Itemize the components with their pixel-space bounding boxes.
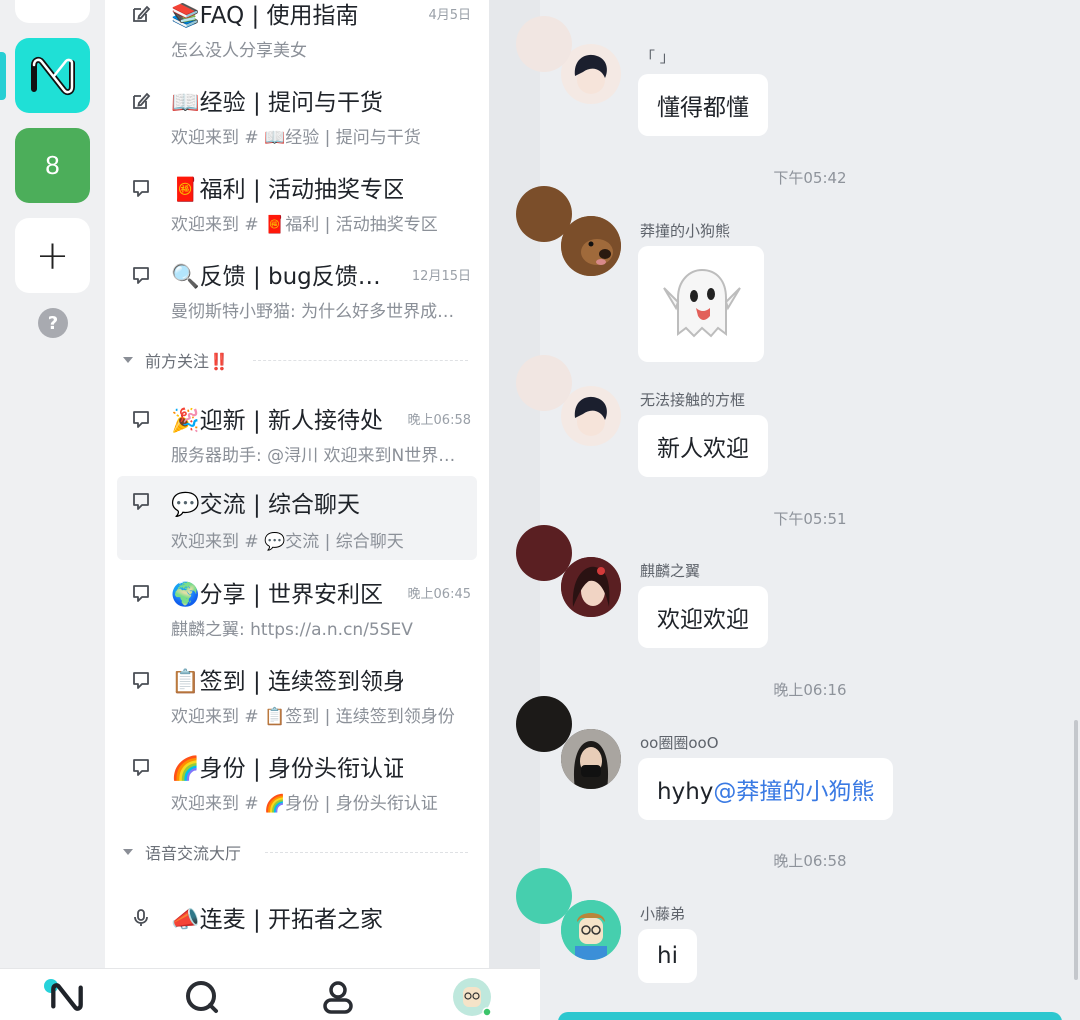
channel-identity[interactable]: 🌈身份 | 身份头衔认证 欢迎来到 # 🌈身份 | 身份头衔认证 [117,743,477,827]
chat-icon [133,180,149,197]
bottom-nav [0,968,540,1020]
channel-preview: 欢迎来到 # 📋签到 | 连续签到领身份 [171,707,455,727]
n-logo-icon [30,56,75,95]
mention-link[interactable]: @莽撞的小狗熊 [713,779,874,805]
avatar [453,978,492,1017]
sender-name: 无法接触的方框 [640,391,746,409]
chat-icon [133,267,149,284]
timestamp: 晚上06:16 [773,681,847,699]
channel-time: 4月5日 [428,8,471,23]
timestamp: 下午05:51 [773,510,847,528]
channel-preview: 欢迎来到 # 🧧福利 | 活动抽奖专区 [171,215,438,235]
channel-preview: 欢迎来到 # 💬交流 | 综合聊天 [171,532,404,552]
server-8-label: 8 [45,150,60,180]
sender-name: 小藤弟 [640,905,686,923]
channel-feedback[interactable]: 🔍反馈 | bug反馈… 12月15日 曼彻斯特小野猫: 为什么好多世界成… [117,251,477,335]
message-bubble[interactable]: hyhy@莽撞的小狗熊 [638,758,894,820]
avatar[interactable] [561,557,621,617]
message-bubble[interactable]: 懂得都懂 [638,74,768,136]
channel-name: 🔍反馈 | bug反馈… [171,264,381,290]
channel-welcome[interactable]: 🎉迎新 | 新人接待处 晚上06:58 服务器助手: @浔川 欢迎来到N世界… [117,395,477,479]
sender-name: 「 」 [640,48,675,66]
sender-name: 麒麟之翼 [640,562,701,580]
timestamp: 晚上06:58 [773,852,847,870]
timestamp: 下午05:42 [773,169,847,187]
person-icon [323,981,353,1014]
channel-time: 12月15日 [411,269,471,284]
channel-general-chat[interactable]: 💬交流 | 综合聊天 欢迎来到 # 💬交流 | 综合聊天 [117,476,477,560]
channel-faq[interactable]: 📚FAQ | 使用指南 4月5日 怎么没人分享美女 [117,0,477,74]
chat-icon [133,411,149,428]
channel-time: 晚上06:45 [407,587,471,602]
caret-down-icon [123,357,133,363]
chat-icon [133,585,149,602]
nav-home[interactable] [47,977,87,1017]
server-8[interactable]: 8 [15,128,90,203]
channel-list: 📚FAQ | 使用指南 4月5日 怎么没人分享美女 📖经验 | 提问与干货 欢迎… [105,0,489,968]
chat-icon [133,672,149,689]
channel-name: 🎉迎新 | 新人接待处 [171,408,384,434]
chat-panel: 「 」 懂得都懂 下午05:42 莽撞的小狗熊 无法接触的方框 新人欢迎 下午0… [540,0,1080,1020]
channel-share[interactable]: 🌍分享 | 世界安利区 晚上06:45 麒麟之翼: https://a.n.cn… [117,569,477,653]
channel-time: 晚上06:58 [407,413,471,428]
channel-name: 📋签到 | 连续签到领身份 [171,669,403,695]
channel-name: 🌈身份 | 身份头衔认证 [171,756,403,782]
avatar[interactable] [561,216,621,276]
channel-preview: 怎么没人分享美女 [171,41,307,61]
server-rail: 8 + ? [0,0,105,968]
chat-scrollbar[interactable] [1074,720,1078,980]
nav-profile-avatar[interactable] [452,977,492,1017]
category-label: 语音交流大厅 [145,844,242,863]
sender-name: 莽撞的小狗熊 [640,222,731,240]
edit-icon [133,92,151,109]
mic-icon [134,909,148,926]
add-server-button[interactable]: + [15,218,90,293]
channel-preview: 服务器助手: @浔川 欢迎来到N世界… [171,446,456,466]
channel-name: 📖经验 | 提问与干货 [171,90,384,116]
caret-down-icon [123,849,133,855]
channel-preview: 欢迎来到 # 🌈身份 | 身份头衔认证 [171,794,438,814]
help-icon[interactable]: ? [38,308,68,338]
channel-voice-pioneers[interactable]: 📣连麦 | 开拓者之家 [117,894,477,968]
sticker-bubble[interactable] [638,246,764,362]
nav-contacts[interactable] [318,977,358,1017]
sender-name: oo圈圈ooO [640,734,719,752]
nav-discover[interactable] [182,977,222,1017]
ghost-sticker-icon [663,268,741,338]
chat-icon [133,493,149,510]
n-logo-icon [51,983,83,1011]
channel-experience[interactable]: 📖经验 | 提问与干货 欢迎来到 # 📖经验 | 提问与干货 [117,77,477,161]
channel-preview: 麒麟之翼: https://a.n.cn/5SEV [171,620,413,640]
server-n-world[interactable] [15,38,90,113]
chat-icon [133,759,149,776]
edit-icon [133,5,151,22]
channel-checkin[interactable]: 📋签到 | 连续签到领身份 欢迎来到 # 📋签到 | 连续签到领身份 [117,656,477,740]
message-bubble[interactable]: 新人欢迎 [638,415,768,477]
channel-name: 📚FAQ | 使用指南 [171,3,359,29]
channel-name: 🧧福利 | 活动抽奖专区 [171,177,403,203]
search-icon [186,981,218,1013]
message-text: hyhy [657,779,714,805]
channel-name: 💬交流 | 综合聊天 [171,492,361,518]
server-icon-top[interactable] [15,0,90,23]
channel-preview: 欢迎来到 # 📖经验 | 提问与干货 [171,128,421,148]
channel-name: 📣连麦 | 开拓者之家 [171,907,384,933]
plus-icon: + [35,232,70,279]
active-server-indicator [0,52,6,100]
message-composer[interactable] [558,1012,1062,1020]
category-header-voice[interactable]: 语音交流大厅 [123,840,468,864]
category-header-focus[interactable]: 前方关注‼️ [123,348,468,372]
channel-preview: 曼彻斯特小野猫: 为什么好多世界成… [171,302,455,322]
category-label: 前方关注‼️ [145,352,229,371]
channel-welfare[interactable]: 🧧福利 | 活动抽奖专区 欢迎来到 # 🧧福利 | 活动抽奖专区 [117,164,477,248]
channel-name: 🌍分享 | 世界安利区 [171,582,384,608]
message-bubble[interactable]: hi [638,929,697,983]
avatar[interactable] [561,386,621,446]
message-bubble[interactable]: 欢迎欢迎 [638,586,768,648]
avatar[interactable] [561,900,621,960]
avatar[interactable] [561,729,621,789]
